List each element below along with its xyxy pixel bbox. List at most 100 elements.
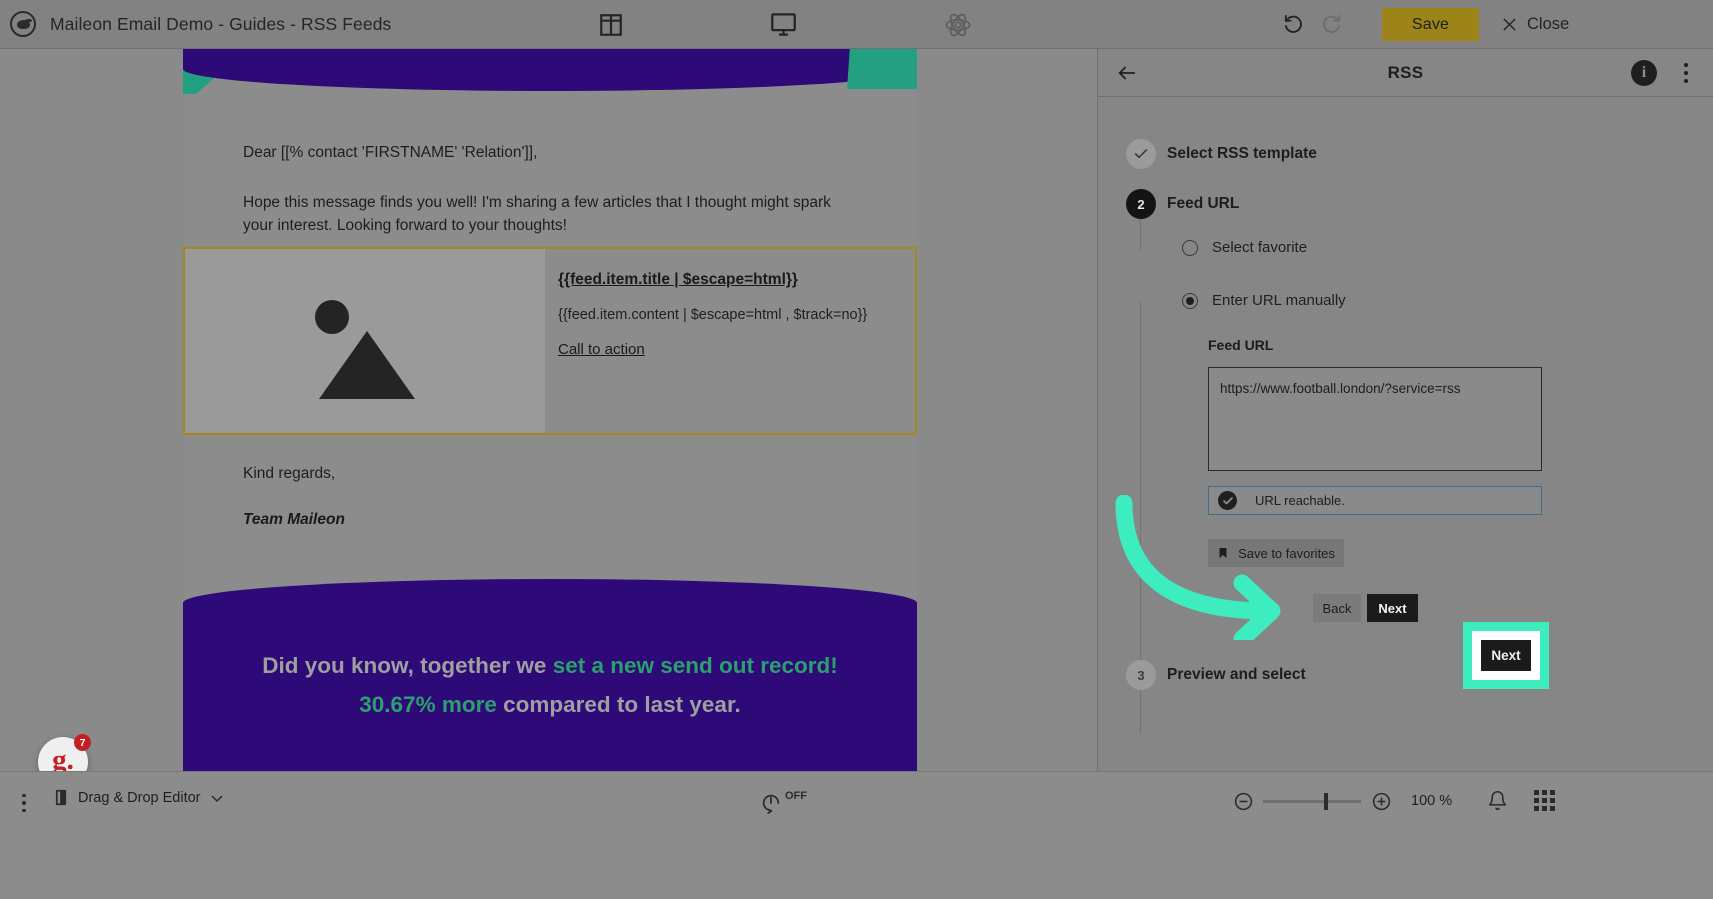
next-button[interactable]: Next (1367, 594, 1418, 622)
bottom-more-options-icon[interactable] (14, 788, 34, 818)
tracking-state-label: OFF (785, 790, 807, 802)
chat-unread-badge: 7 (74, 734, 91, 751)
panel-more-options-icon[interactable] (1673, 58, 1699, 88)
email-document: Dear [[% contact 'FIRSTNAME' 'Relation']… (183, 49, 917, 771)
info-icon[interactable]: i (1631, 59, 1657, 86)
tracking-icon (762, 794, 780, 814)
notifications-button[interactable] (1487, 790, 1508, 816)
rss-call-to-action-link[interactable]: Call to action (558, 341, 895, 358)
back-button[interactable]: Back (1313, 594, 1361, 622)
radio-enter-url-label: Enter URL manually (1212, 292, 1346, 309)
brand-area: Maileon Email Demo - Guides - RSS Feeds (0, 11, 391, 37)
grid-cell (1550, 790, 1555, 795)
dot (22, 808, 26, 813)
email-greeting: Dear [[% contact 'FIRSTNAME' 'Relation']… (243, 144, 538, 161)
stepper-step-feed-url[interactable]: 2 Feed URL (1126, 187, 1713, 221)
rss-item-title[interactable]: {{feed.item.title | $escape=html}} (558, 271, 895, 289)
rss-item-content[interactable]: {{feed.item.content | $escape=html , $tr… (558, 307, 895, 323)
radio-enter-url-manually[interactable]: Enter URL manually (1182, 292, 1713, 309)
email-signature: Team Maileon (243, 511, 345, 529)
tracking-toggle[interactable]: OFF (760, 790, 807, 814)
image-placeholder-mountain-icon (319, 331, 415, 400)
rss-feed-block-selected[interactable]: {{feed.item.title | $escape=html}} {{fee… (183, 247, 917, 436)
arrow-left-icon (1118, 66, 1136, 79)
email-banner-text: Did you know, together we set a new send… (183, 647, 917, 724)
step-3-indicator: 3 (1126, 660, 1156, 690)
header-purple-shape (183, 49, 917, 91)
banner-text-part2: compared to last year. (496, 691, 741, 717)
step-1-label: Select RSS template (1167, 145, 1317, 162)
radio-button-selected-icon (1182, 292, 1198, 309)
editor-mode-selector[interactable]: Drag & Drop Editor (54, 789, 223, 806)
wizard-navigation-buttons: Back Next (1208, 594, 1713, 622)
check-icon (1134, 149, 1148, 159)
save-to-favorites-button[interactable]: Save to favorites (1208, 539, 1344, 567)
grid-cell (1542, 790, 1547, 795)
app-root: Maileon Email Demo - Guides - RSS Feeds (0, 0, 1713, 899)
close-icon (1503, 18, 1516, 31)
email-outro: Kind regards, Team Maileon (183, 435, 917, 529)
feed-url-input[interactable] (1208, 367, 1542, 471)
zoom-slider-thumb[interactable] (1324, 792, 1328, 810)
check-circle-icon (1218, 491, 1237, 510)
radio-select-favorite[interactable]: Select favorite (1182, 239, 1713, 256)
panel-title: RSS (1387, 62, 1424, 82)
top-toolbar: Maileon Email Demo - Guides - RSS Feeds (0, 0, 1713, 49)
zoom-level-value: 100 % (1411, 793, 1453, 809)
radio-button-unselected-icon (1182, 239, 1198, 256)
save-to-favorites-label: Save to favorites (1238, 545, 1335, 561)
redo-icon[interactable] (1310, 0, 1352, 49)
grid-cell (1550, 798, 1555, 803)
dot (1684, 78, 1688, 83)
banner-text-part1: Did you know, together we (262, 653, 553, 679)
stepper-step-select-rss-template[interactable]: Select RSS template (1126, 137, 1713, 171)
email-intro-paragraph: Hope this message finds you well! I'm sh… (243, 194, 831, 234)
dot (22, 793, 26, 798)
image-placeholder-circle-icon (315, 300, 349, 335)
email-body: Dear [[% contact 'FIRSTNAME' 'Relation']… (183, 94, 917, 436)
desktop-preview-icon[interactable] (760, 0, 806, 49)
zoom-slider[interactable] (1263, 792, 1361, 810)
grid-cell (1542, 806, 1547, 811)
grid-cell (1542, 798, 1547, 803)
panel-back-button[interactable] (1110, 56, 1144, 90)
bottom-status-bar: Drag & Drop Editor OFF 100 % (0, 771, 1713, 899)
email-canvas[interactable]: Dear [[% contact 'FIRSTNAME' 'Relation']… (0, 49, 1097, 771)
info-glyph: i (1641, 63, 1647, 81)
email-header-graphic (183, 49, 917, 94)
email-footer-banner: Did you know, together we set a new send… (183, 579, 917, 771)
url-status-text: URL reachable. (1255, 493, 1345, 508)
undo-icon[interactable] (1272, 0, 1314, 49)
save-button[interactable]: Save (1382, 8, 1479, 41)
url-status-message: URL reachable. (1208, 486, 1542, 515)
grid-cell (1534, 806, 1539, 811)
panel-header: RSS i (1098, 49, 1713, 97)
zoom-out-icon[interactable] (1232, 790, 1254, 812)
bell-icon (1488, 791, 1507, 811)
step-3-label: Preview and select (1167, 666, 1306, 683)
editor-mode-label: Drag & Drop Editor (78, 789, 201, 806)
editor-block-icon (55, 789, 67, 806)
zoom-in-icon[interactable] (1370, 790, 1392, 812)
step-2-indicator-active: 2 (1126, 189, 1156, 219)
close-label: Close (1527, 15, 1570, 33)
step-2-content: Select favorite Enter URL manually Feed … (1126, 221, 1713, 622)
maileon-logo-icon (10, 11, 36, 37)
close-button[interactable]: Close (1489, 0, 1581, 49)
grid-cell (1534, 790, 1539, 795)
stepper-step-preview-and-select[interactable]: 3 Preview and select (1126, 640, 1713, 690)
feed-url-field-label: Feed URL (1208, 337, 1274, 353)
email-regards: Kind regards, (243, 465, 336, 483)
rss-image-placeholder[interactable] (185, 249, 545, 434)
atom-icon[interactable] (935, 0, 981, 49)
zoom-control: 100 % (1232, 790, 1452, 812)
feed-url-form: Feed URL URL reachable. Save to favorite… (1182, 337, 1713, 622)
rss-wizard-stepper: Select RSS template 2 Feed URL Select fa… (1098, 97, 1713, 734)
layout-columns-icon[interactable] (588, 0, 634, 49)
grid-cell (1550, 806, 1555, 811)
rss-side-panel: RSS i Select RSS template 2 Feed URL Sel… (1097, 49, 1713, 771)
rss-text-area: {{feed.item.title | $escape=html}} {{fee… (545, 249, 915, 433)
step-2-label: Feed URL (1167, 195, 1240, 212)
step-1-indicator-completed (1126, 139, 1156, 169)
apps-grid-icon[interactable] (1534, 790, 1555, 811)
